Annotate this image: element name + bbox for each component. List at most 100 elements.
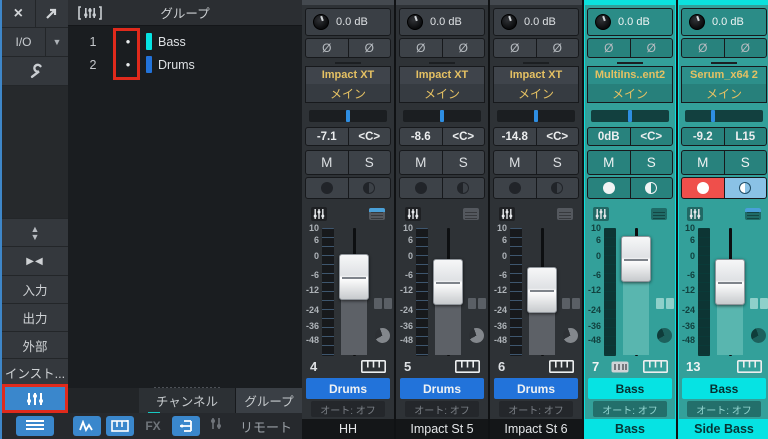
volume-readout[interactable]: -14.8 [494,127,536,146]
bus-view-button[interactable] [172,416,200,436]
pan-slider[interactable] [403,109,481,122]
fader-handle[interactable] [621,235,651,282]
channel-type-icon[interactable] [311,206,327,221]
output-route[interactable]: メイン [399,84,485,103]
meter-mode-icon[interactable] [562,297,580,309]
fader-handle[interactable] [715,258,745,305]
phase-left-button[interactable]: Ø [494,39,536,57]
automation-mode[interactable]: オート: オフ [593,400,667,418]
sidebar-item-external[interactable]: 外部 [2,332,68,358]
volume-readout[interactable]: -7.1 [306,127,348,146]
volume-readout[interactable]: 0dB [588,127,630,146]
io-button[interactable]: I/O [2,28,45,56]
channel-name[interactable]: HH [302,419,394,439]
phase-right-button[interactable]: Ø [442,39,484,57]
meter-mode-icon[interactable] [750,297,768,309]
group-assignment[interactable]: Drums [306,378,390,399]
tab-group[interactable]: グループ [236,388,302,413]
pan-readout[interactable]: <C> [442,127,484,146]
insert-device-slot[interactable]: MultiIns..ent2 [587,65,673,85]
close-button[interactable]: × [2,0,35,27]
phase-right-button[interactable]: Ø [536,39,578,57]
pan-slider[interactable] [497,109,575,122]
group-row[interactable]: 1 ● Bass [68,30,302,53]
gain-knob[interactable] [689,14,705,31]
mute-button[interactable]: M [588,151,630,174]
pan-readout[interactable]: <C> [630,127,672,146]
solo-button[interactable]: S [630,151,672,174]
fader-handle[interactable] [433,258,463,305]
phase-right-button[interactable]: Ø [348,39,390,57]
automation-mode[interactable]: オート: オフ [687,400,761,418]
pan-slider[interactable] [309,109,387,122]
io-view-button[interactable] [205,417,227,435]
output-route[interactable]: メイン [493,84,579,103]
pan-readout[interactable]: L15 [724,127,766,146]
layers-icon[interactable] [745,207,761,220]
group-row[interactable]: 2 ● Drums [68,53,302,76]
sidebar-item-instruments[interactable]: インスト... [2,359,68,385]
automation-mode[interactable]: オート: オフ [405,400,479,418]
fader-handle[interactable] [339,253,369,300]
pan-dial-icon[interactable] [375,327,390,343]
spread-channels-button[interactable]: ▲ ▼ [2,219,68,246]
mute-button[interactable]: M [682,151,724,174]
channel-name[interactable]: Impact St 6 [490,419,582,439]
pan-dial-icon[interactable] [469,327,484,343]
fader-lane[interactable] [713,226,747,358]
output-route[interactable]: メイン [681,84,767,103]
output-route[interactable]: メイン [587,84,673,103]
gain-knob[interactable] [313,14,329,31]
channel-type-icon[interactable] [405,206,421,221]
pan-slider[interactable] [591,109,669,122]
meter-mode-icon[interactable] [656,297,674,309]
record-button[interactable] [588,177,630,199]
mute-button[interactable]: M [400,151,442,174]
group-assignment[interactable]: Drums [400,378,484,399]
fader-lane[interactable] [619,226,653,358]
output-route[interactable]: メイン [305,84,391,103]
phase-right-button[interactable]: Ø [630,39,672,57]
group-active-dot[interactable]: ● [118,37,138,46]
fx-view-label[interactable]: FX [139,419,167,433]
instrument-view-button[interactable] [106,416,134,436]
audio-view-button[interactable] [73,416,101,436]
narrow-channels-button[interactable]: ▶◀ [2,247,68,275]
tab-channel[interactable]: チャンネル [139,388,236,413]
phase-left-button[interactable]: Ø [588,39,630,57]
channel-name[interactable]: Side Bass [678,419,768,439]
monitor-button[interactable] [442,177,484,199]
pan-dial-icon[interactable] [751,327,766,343]
layers-icon[interactable] [557,207,573,220]
phase-left-button[interactable]: Ø [306,39,348,57]
monitor-button[interactable] [536,177,578,199]
group-active-dot[interactable]: ● [118,60,138,69]
io-dropdown-button[interactable]: ▼ [46,28,68,56]
record-button[interactable] [306,177,348,199]
channel-list-button[interactable] [16,416,54,436]
fader-handle[interactable] [527,266,557,313]
layers-icon[interactable] [651,207,667,220]
insert-device-slot[interactable]: Serum_x64 2 [681,65,767,85]
solo-button[interactable]: S [724,151,766,174]
solo-button[interactable]: S [442,151,484,174]
fader-lane[interactable] [431,226,465,358]
phase-left-button[interactable]: Ø [400,39,442,57]
pan-dial-icon[interactable] [563,327,578,343]
volume-readout[interactable]: -9.2 [682,127,724,146]
fader-lane[interactable] [337,226,371,358]
layers-icon[interactable] [369,207,385,220]
gain-knob[interactable] [595,14,611,31]
monitor-button[interactable] [724,177,766,199]
pan-slider[interactable] [685,109,763,122]
gain-knob[interactable] [501,14,517,31]
record-button[interactable] [682,177,724,199]
monitor-button[interactable] [630,177,672,199]
meter-mode-icon[interactable] [374,297,392,309]
record-button[interactable] [400,177,442,199]
pan-dial-icon[interactable] [657,327,672,343]
phase-left-button[interactable]: Ø [682,39,724,57]
insert-device-slot[interactable]: Impact XT [305,65,391,85]
channel-name[interactable]: Impact St 5 [396,419,488,439]
sidebar-item-outputs[interactable]: 出力 [2,304,68,331]
